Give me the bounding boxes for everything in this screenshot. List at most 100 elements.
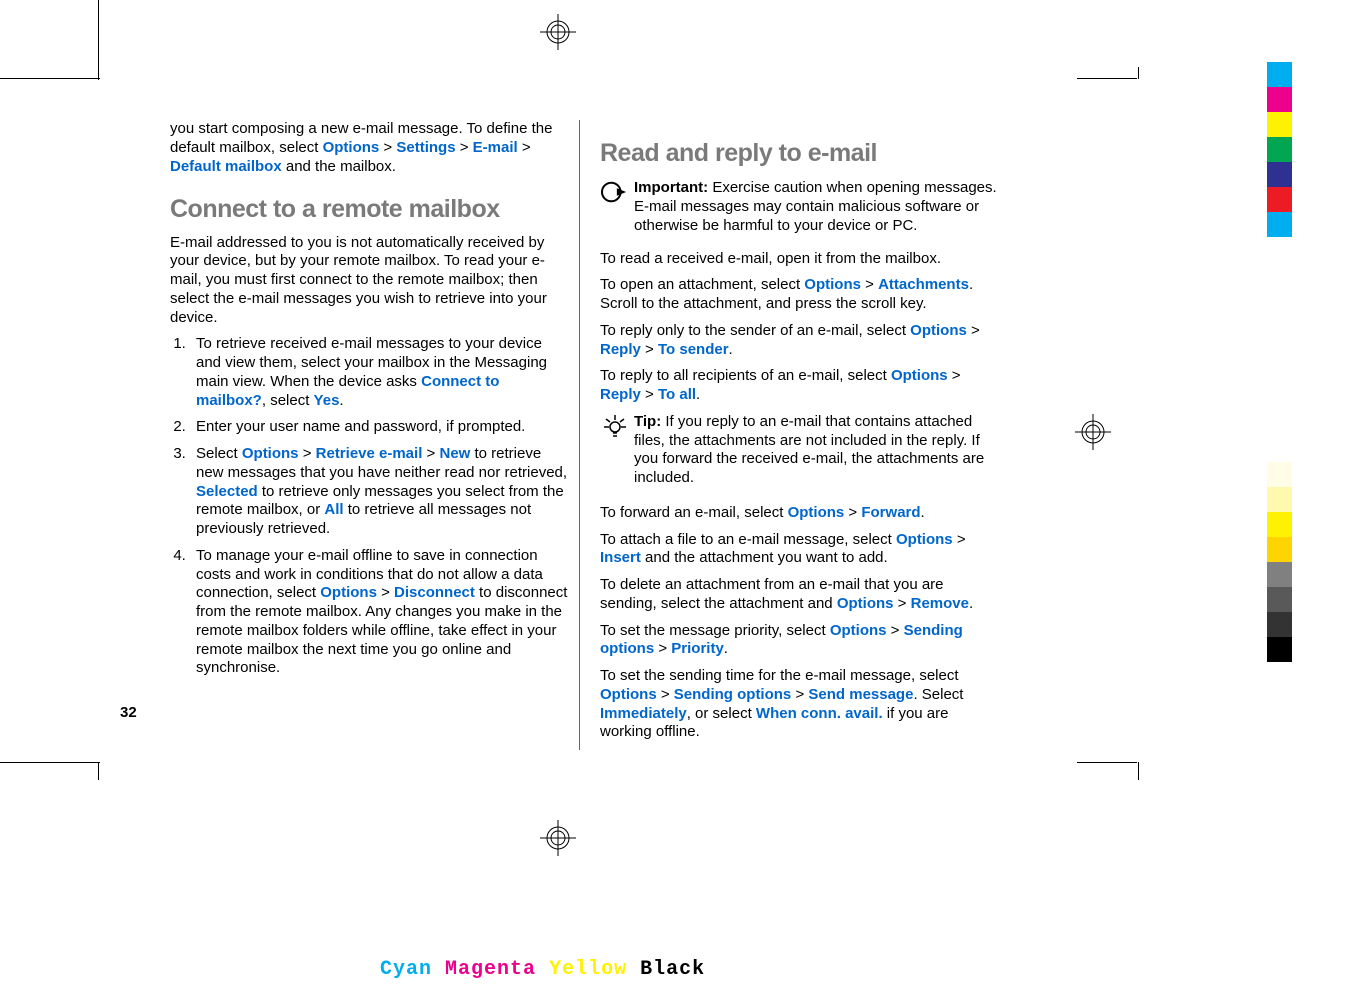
link-options: Options: [323, 139, 380, 156]
text: .: [724, 640, 728, 657]
list-item: To retrieve received e-mail messages to …: [190, 335, 569, 410]
paragraph: E-mail addressed to you is not automatic…: [170, 234, 569, 328]
link-priority: Priority: [671, 640, 724, 657]
link-reply: Reply: [600, 341, 641, 358]
link-insert: Insert: [600, 549, 641, 566]
page-content: you start composing a new e-mail message…: [170, 120, 1070, 750]
separator: >: [844, 504, 861, 521]
separator: >: [791, 686, 808, 703]
text: Enter your user name and password, if pr…: [196, 418, 525, 435]
registration-mark-icon: [540, 14, 576, 50]
link-options: Options: [804, 276, 861, 293]
heading-connect: Connect to a remote mailbox: [170, 194, 569, 225]
cmyk-label: Cyan Magenta Yellow Black: [380, 958, 705, 981]
link-all: All: [324, 501, 343, 518]
text: To forward an e-mail, select: [600, 504, 788, 521]
separator: >: [641, 386, 658, 403]
crop-mark: [1077, 78, 1137, 79]
link-options: Options: [837, 595, 894, 612]
crop-mark: [98, 762, 99, 780]
text: and the mailbox.: [282, 158, 396, 175]
paragraph: To delete an attachment from an e-mail t…: [600, 576, 1000, 614]
paragraph: To set the sending time for the e-mail m…: [600, 667, 1000, 742]
paragraph: To forward an e-mail, select Options > F…: [600, 504, 1000, 523]
separator: >: [894, 595, 911, 612]
list-item: Enter your user name and password, if pr…: [190, 418, 569, 437]
crop-mark: [1138, 67, 1139, 79]
yellow-label: Yellow: [549, 958, 627, 981]
cyan-label: Cyan: [380, 958, 432, 981]
crop-mark: [0, 78, 100, 79]
print-color-bar: [1267, 462, 1292, 662]
important-label: Important:: [634, 179, 708, 196]
text: .: [339, 392, 343, 409]
text: and the attachment you want to add.: [641, 549, 888, 566]
print-color-bar: [1267, 62, 1292, 237]
registration-mark-icon: [540, 820, 576, 856]
important-note: Important: Exercise caution when opening…: [600, 179, 1000, 243]
heading-read-reply: Read and reply to e-mail: [600, 138, 1000, 169]
paragraph: To reply only to the sender of an e-mail…: [600, 322, 1000, 360]
crop-mark: [98, 0, 99, 80]
magenta-label: Magenta: [445, 958, 536, 981]
link-remove: Remove: [911, 595, 969, 612]
link-retrieve-email: Retrieve e-mail: [316, 445, 423, 462]
text: . Select: [913, 686, 963, 703]
link-disconnect: Disconnect: [394, 584, 475, 601]
separator: >: [456, 139, 473, 156]
black-label: Black: [640, 958, 705, 981]
separator: >: [861, 276, 878, 293]
link-to-sender: To sender: [658, 341, 729, 358]
separator: >: [379, 139, 396, 156]
intro-paragraph: you start composing a new e-mail message…: [170, 120, 569, 176]
link-options: Options: [830, 622, 887, 639]
tip-text: Tip: If you reply to an e-mail that cont…: [634, 413, 1000, 488]
paragraph: To set the message priority, select Opti…: [600, 622, 1000, 660]
tip-label: Tip:: [634, 413, 661, 430]
separator: >: [641, 341, 658, 358]
separator: >: [657, 686, 674, 703]
link-to-all: To all: [658, 386, 696, 403]
separator: >: [654, 640, 671, 657]
text: .: [729, 341, 733, 358]
text: .: [921, 504, 925, 521]
crop-mark: [0, 762, 100, 763]
link-settings: Settings: [396, 139, 455, 156]
link-reply: Reply: [600, 386, 641, 403]
text: , select: [262, 392, 314, 409]
link-options: Options: [891, 367, 948, 384]
important-icon: [600, 179, 630, 211]
important-text: Important: Exercise caution when opening…: [634, 179, 1000, 235]
separator: >: [953, 531, 966, 548]
link-options: Options: [910, 322, 967, 339]
separator: >: [967, 322, 980, 339]
text: To reply only to the sender of an e-mail…: [600, 322, 910, 339]
text: To set the message priority, select: [600, 622, 830, 639]
link-options: Options: [242, 445, 299, 462]
link-send-message: Send message: [808, 686, 913, 703]
link-options: Options: [320, 584, 377, 601]
text: To reply to all recipients of an e-mail,…: [600, 367, 891, 384]
tip-note: Tip: If you reply to an e-mail that cont…: [600, 413, 1000, 496]
text: Select: [196, 445, 242, 462]
text: To set the sending time for the e-mail m…: [600, 667, 959, 684]
link-default-mailbox: Default mailbox: [170, 158, 282, 175]
link-attachments: Attachments: [878, 276, 969, 293]
separator: >: [377, 584, 394, 601]
left-column: you start composing a new e-mail message…: [170, 120, 580, 750]
link-sending-options: Sending options: [674, 686, 792, 703]
link-selected: Selected: [196, 483, 258, 500]
separator: >: [422, 445, 439, 462]
paragraph: To attach a file to an e-mail message, s…: [600, 531, 1000, 569]
link-when-conn-avail: When conn. avail.: [756, 705, 883, 722]
list-item: To manage your e-mail offline to save in…: [190, 547, 569, 678]
separator: >: [948, 367, 961, 384]
registration-mark-icon: [1075, 414, 1111, 450]
crop-mark: [1138, 762, 1139, 780]
link-options: Options: [896, 531, 953, 548]
separator: >: [518, 139, 531, 156]
text: .: [969, 595, 973, 612]
text: To open an attachment, select: [600, 276, 804, 293]
tip-icon: [600, 413, 626, 445]
link-forward: Forward: [861, 504, 920, 521]
